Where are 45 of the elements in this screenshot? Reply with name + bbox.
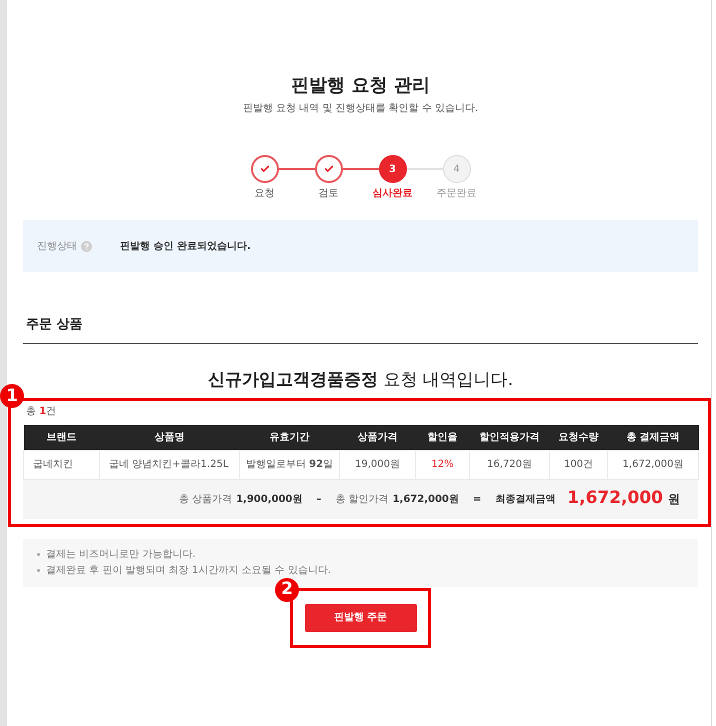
step-label: 검토 xyxy=(318,187,338,201)
discount-label: 총 할인가격 xyxy=(335,492,389,506)
table-cell: 1,672,000원 xyxy=(608,450,698,479)
final-unit: 원 xyxy=(668,491,680,508)
page-subtitle: 핀발행 요청 내역 및 진행상태를 확인할 수 있습니다. xyxy=(242,102,480,116)
subtotal-label: 총 상품가격 xyxy=(178,492,232,506)
column-header: 상품명 xyxy=(100,425,240,450)
help-icon xyxy=(81,240,92,252)
page-title: 핀발행 요청 관리 xyxy=(290,74,431,98)
step-label: 주문완료 xyxy=(436,187,476,201)
equals-sign: = xyxy=(472,492,482,506)
bullet-icon xyxy=(37,553,40,556)
table-cell: 12% xyxy=(416,450,470,479)
status-label: 진행상태 xyxy=(37,240,77,254)
table-cell: 발행일로부터 92일 xyxy=(240,450,340,479)
final-amount: 1,672,000 xyxy=(567,487,663,510)
column-header: 상품가격 xyxy=(340,425,416,450)
minus-sign: – xyxy=(316,492,322,506)
table-cell: 19,000원 xyxy=(340,450,416,479)
note-text: 결제완료 후 핀이 발행되며 최장 1시간까지 소요될 수 있습니다. xyxy=(46,564,331,577)
subtotal-value: 1,900,000원 xyxy=(236,492,302,506)
table-cell: 16,720원 xyxy=(470,450,550,479)
table-cell: 굽네 양념치킨+콜라1.25L xyxy=(100,450,240,479)
step-label: 심사완료 xyxy=(372,187,412,201)
bullet-icon xyxy=(37,569,40,572)
step-label: 요청 xyxy=(254,187,274,201)
final-label: 최종결제금액 xyxy=(495,492,556,506)
section-title: 주문 상품 xyxy=(23,316,698,344)
result-count: 총 1건 xyxy=(25,405,58,419)
discount-value: 1,672,000원 xyxy=(392,492,459,506)
column-header: 브랜드 xyxy=(24,425,100,450)
column-header: 유효기간 xyxy=(240,425,340,450)
column-header: 할인적용가격 xyxy=(470,425,550,450)
table-cell: 굽네치킨 xyxy=(24,450,100,479)
order-heading: 신규가입고객경품증정 요청 내역입니다. xyxy=(206,369,514,392)
column-header: 총 결제금액 xyxy=(608,425,698,450)
check-icon xyxy=(324,164,334,174)
column-header: 요청수량 xyxy=(550,425,608,450)
status-message: 핀발행 승인 완료되었습니다. xyxy=(120,240,251,254)
table-cell: 100건 xyxy=(550,450,608,479)
column-header: 할인율 xyxy=(416,425,470,450)
note-text: 결제는 비즈머니로만 가능합니다. xyxy=(46,548,196,561)
callout-number: 1 xyxy=(0,384,24,408)
order-button[interactable]: 핀발행 주문 xyxy=(304,604,416,632)
check-icon xyxy=(260,164,270,174)
